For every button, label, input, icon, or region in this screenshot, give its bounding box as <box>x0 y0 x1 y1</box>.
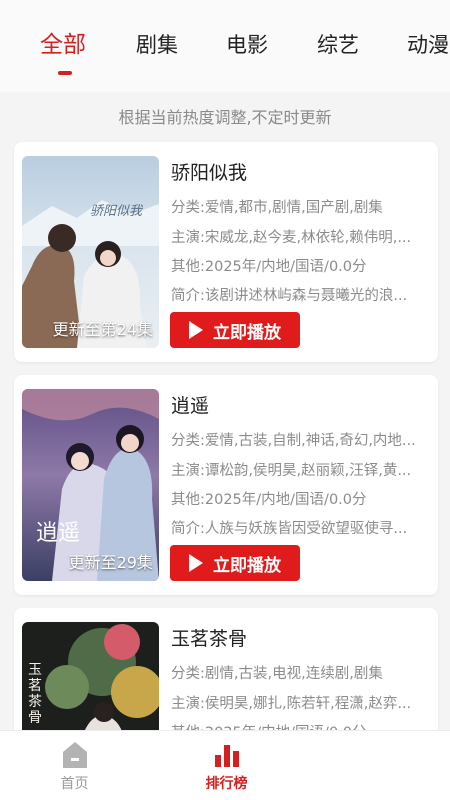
item-summary: 简介:该剧讲述林屿森与聂曦光的浪... <box>171 288 408 304</box>
item-cast: 主演:谭松韵,侯明昊,赵丽颖,汪铎,黄... <box>171 463 412 479</box>
category-tabs: 全部 剧集 电影 综艺 动漫 <box>0 0 450 92</box>
list-item[interactable]: 骄阳似我 更新至第24集 骄阳似我 分类:爱情,都市,剧情,国产剧,剧集 主演:… <box>14 142 438 362</box>
item-title[interactable]: 骄阳似我 <box>171 160 247 186</box>
item-other: 其他:2025年/内地/国语/0.0分 <box>171 492 367 508</box>
poster-image[interactable]: 骄阳似我 更新至第24集 <box>22 156 159 348</box>
item-summary: 简介:人族与妖族皆因受欲望驱使寻... <box>171 521 408 537</box>
item-category: 分类:爱情,古装,自制,神话,奇幻,内地... <box>171 433 416 449</box>
list-item[interactable]: 逍遥 更新至29集 逍遥 分类:爱情,古装,自制,神话,奇幻,内地... 主演:… <box>14 375 438 595</box>
episode-update-label: 更新至第24集 <box>52 320 153 339</box>
play-icon <box>189 554 203 572</box>
nav-ranking-label: 排行榜 <box>205 776 248 792</box>
item-cast: 主演:侯明昊,娜扎,陈若轩,程潇,赵弈... <box>171 696 412 712</box>
tab-series[interactable]: 剧集 <box>136 30 178 60</box>
play-now-button[interactable]: 立即播放 <box>170 545 300 581</box>
item-category: 分类:爱情,都市,剧情,国产剧,剧集 <box>171 200 383 216</box>
play-icon <box>189 321 203 339</box>
tab-variety[interactable]: 综艺 <box>317 30 359 60</box>
item-cast: 主演:宋威龙,赵今麦,林依轮,赖伟明,... <box>171 230 412 246</box>
item-title[interactable]: 玉茗茶骨 <box>171 626 247 652</box>
poster-title-art: 骄阳似我 <box>90 204 143 219</box>
item-other: 其他:2025年/内地/国语/0.0分 <box>171 259 367 275</box>
poster-title-art: 玉茗茶骨 <box>28 662 42 726</box>
active-tab-indicator <box>58 71 72 75</box>
nav-ranking[interactable]: 排行榜 <box>188 731 413 800</box>
update-notice: 根据当前热度调整,不定时更新 <box>118 108 332 127</box>
episode-update-label: 更新至29集 <box>68 553 153 572</box>
bottom-nav: 首页 排行榜 <box>0 730 450 800</box>
play-button-label: 立即播放 <box>213 555 281 576</box>
tab-all[interactable]: 全部 <box>40 30 86 60</box>
poster-title-art: 逍遥 <box>36 521 81 546</box>
tab-anime[interactable]: 动漫 <box>407 30 449 60</box>
ranking-icon <box>214 741 240 771</box>
item-category: 分类:剧情,古装,电视,连续剧,剧集 <box>171 666 383 682</box>
play-button-label: 立即播放 <box>213 322 281 343</box>
tab-movie[interactable]: 电影 <box>226 30 268 60</box>
play-now-button[interactable]: 立即播放 <box>170 312 300 348</box>
item-title[interactable]: 逍遥 <box>171 393 209 419</box>
poster-image[interactable]: 逍遥 更新至29集 <box>22 389 159 581</box>
home-icon <box>62 741 88 773</box>
